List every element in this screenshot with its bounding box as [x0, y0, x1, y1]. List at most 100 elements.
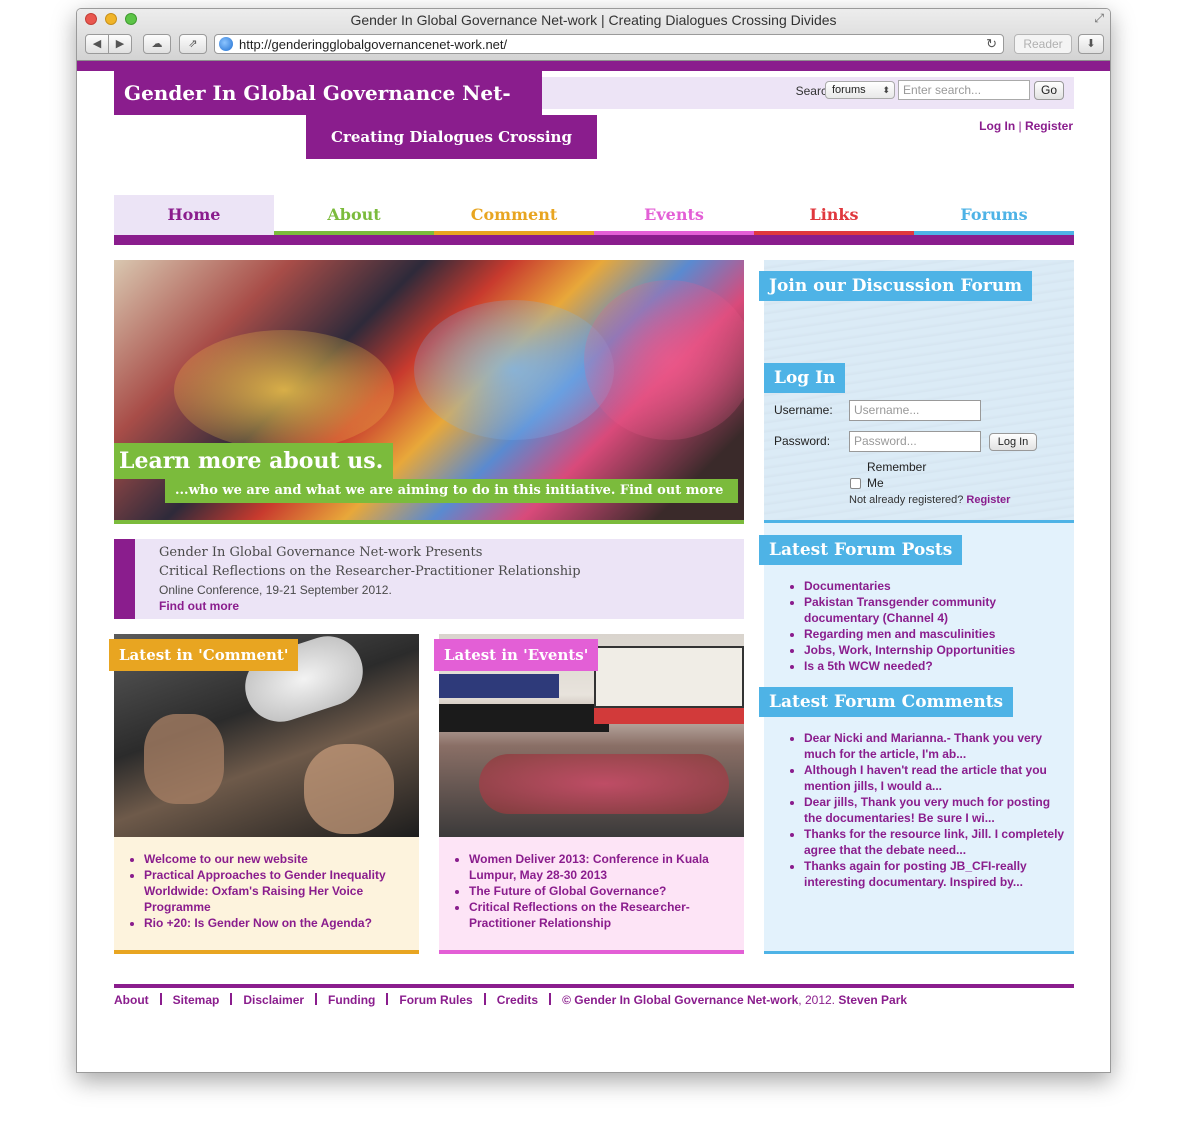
top-accent-bar	[77, 61, 1110, 71]
list-item[interactable]: Documentaries	[804, 578, 1069, 594]
footer-link-about[interactable]: About	[114, 993, 149, 1007]
conference-dates: Online Conference, 19-21 September 2012.	[159, 583, 392, 597]
footer-link-funding[interactable]: Funding	[328, 993, 375, 1007]
forward-arrow-icon: ▶	[115, 38, 125, 50]
auth-separator: |	[1018, 119, 1022, 133]
site-title[interactable]: Gender In Global Governance Net-work	[114, 71, 542, 149]
list-item[interactable]: Jobs, Work, Internship Opportunities	[804, 642, 1069, 658]
password-field[interactable]: Password...	[849, 431, 981, 452]
footer-author-link[interactable]: Steven Park	[838, 993, 907, 1007]
address-bar[interactable]: http://genderingglobalgovernancenet-work…	[214, 34, 1004, 54]
conference-presenter: Gender In Global Governance Net-work Pre…	[159, 545, 483, 560]
search-input[interactable]: Enter search...	[898, 80, 1030, 100]
list-item[interactable]: Although I haven't read the article that…	[804, 762, 1069, 794]
remember-me-checkbox[interactable]	[850, 478, 861, 489]
sidebar-register-link[interactable]: Register	[966, 494, 1010, 506]
join-forum-heading[interactable]: Join our Discussion Forum	[759, 271, 1033, 301]
nav-base-bar	[114, 235, 1074, 245]
list-item[interactable]: Pakistan Transgender community documenta…	[804, 594, 1069, 626]
icloud-tabs-button[interactable]: ☁	[143, 34, 171, 54]
conference-accent-bar	[114, 539, 135, 619]
cloud-icon: ☁	[151, 38, 163, 50]
nav-home[interactable]: Home	[114, 195, 274, 235]
comment-list: Welcome to our new website Practical App…	[144, 851, 414, 931]
list-item[interactable]: Welcome to our new website	[144, 851, 414, 867]
footer-separator	[483, 993, 486, 1005]
forward-button[interactable]: ▶	[108, 34, 132, 54]
window-title: Gender In Global Governance Net-work | C…	[350, 12, 837, 28]
login-link[interactable]: Log In	[979, 119, 1015, 133]
search-scope-value: forums	[832, 84, 866, 96]
downloads-button[interactable]: ⬇	[1078, 34, 1104, 54]
search-scope-select[interactable]: forums ⬍	[825, 81, 895, 99]
not-registered-text: Not already registered? Register	[849, 494, 1010, 506]
footer-link-forum-rules[interactable]: Forum Rules	[399, 993, 472, 1007]
events-panel-underline	[439, 950, 744, 954]
footer: About Sitemap Disclaimer Funding Forum Rules…	[114, 993, 907, 1007]
forum-posts-heading: Latest Forum Posts	[759, 535, 963, 565]
photo-shape	[304, 744, 394, 834]
list-item[interactable]: Regarding men and masculinities	[804, 626, 1069, 642]
back-button[interactable]: ◀	[85, 34, 109, 54]
hero-underline	[114, 520, 744, 524]
photo-shape	[439, 704, 609, 732]
site-tagline: Creating Dialogues Crossing Divides	[306, 115, 597, 190]
conference-find-out-more-link[interactable]: Find out more	[159, 599, 239, 613]
nav-about-label: About	[327, 205, 381, 224]
login-button[interactable]: Log In	[989, 433, 1037, 451]
web-page: Gender In Global Governance Net-work Sea…	[77, 61, 1110, 1072]
list-item[interactable]: Thanks for the resource link, Jill. I co…	[804, 826, 1069, 858]
main-nav: Home About Comment Events Links Forums	[114, 195, 1074, 235]
hero-title[interactable]: Learn more about us.	[114, 443, 394, 479]
photo-shape	[144, 714, 224, 804]
latest-events-heading: Latest in 'Events'	[434, 639, 599, 671]
reader-button[interactable]: Reader	[1014, 34, 1072, 54]
list-item[interactable]: Women Deliver 2013: Conference in Kuala …	[469, 851, 739, 883]
hero-banner[interactable]: Learn more about us. ...who we are and w…	[114, 260, 744, 520]
username-field[interactable]: Username...	[849, 400, 981, 421]
list-item[interactable]: Rio +20: Is Gender Now on the Agenda?	[144, 915, 414, 931]
list-item[interactable]: Dear jills, Thank you very much for post…	[804, 794, 1069, 826]
footer-link-disclaimer[interactable]: Disclaimer	[243, 993, 304, 1007]
list-item[interactable]: Dear Nicki and Marianna.- Thank you very…	[804, 730, 1069, 762]
footer-separator	[315, 993, 318, 1005]
nav-comment-label: Comment	[470, 205, 558, 224]
search-go-button[interactable]: Go	[1034, 81, 1064, 100]
nav-links[interactable]: Links	[754, 195, 914, 235]
nav-forums[interactable]: Forums	[914, 195, 1074, 235]
nav-comment[interactable]: Comment	[434, 195, 594, 235]
forum-comments-list: Dear Nicki and Marianna.- Thank you very…	[804, 730, 1069, 890]
footer-link-sitemap[interactable]: Sitemap	[173, 993, 220, 1007]
footer-separator	[386, 993, 389, 1005]
hero-subtitle[interactable]: ...who we are and what we are aiming to …	[165, 479, 738, 503]
nav-about[interactable]: About	[274, 195, 434, 235]
hero-photo-blur	[174, 330, 394, 450]
photo-shape	[594, 708, 744, 724]
photo-shape	[439, 674, 559, 698]
footer-copyright: © Gender In Global Governance Net-work	[562, 993, 799, 1007]
url-text[interactable]: http://genderingglobalgovernancenet-work…	[239, 37, 507, 52]
login-heading: Log In	[764, 363, 846, 393]
list-item[interactable]: The Future of Global Governance?	[469, 883, 739, 899]
register-link[interactable]: Register	[1025, 119, 1073, 133]
list-item[interactable]: Thanks again for posting JB_CFI-really i…	[804, 858, 1069, 890]
fullscreen-icon[interactable]: ⤢	[1094, 11, 1104, 26]
hero-photo-blur	[584, 280, 744, 440]
list-item[interactable]: Practical Approaches to Gender Inequalit…	[144, 867, 414, 915]
nav-home-label: Home	[167, 205, 221, 224]
nav-events[interactable]: Events	[594, 195, 754, 235]
globe-icon	[219, 37, 233, 51]
conference-title: Critical Reflections on the Researcher-P…	[159, 564, 581, 579]
reload-icon[interactable]: ↻	[986, 36, 997, 52]
not-registered-label: Not already registered?	[849, 494, 964, 506]
footer-separator	[549, 993, 552, 1005]
footer-link-credits[interactable]: Credits	[497, 993, 538, 1007]
nav-forums-label: Forums	[960, 205, 1028, 224]
footer-separator	[230, 993, 233, 1005]
sidebar-underline	[764, 951, 1074, 954]
list-item[interactable]: Is a 5th WCW needed?	[804, 658, 1069, 674]
nav-events-label: Events	[644, 205, 704, 224]
list-item[interactable]: Critical Reflections on the Researcher-P…	[469, 899, 739, 931]
sidebar-separator	[764, 520, 1074, 523]
share-button[interactable]: ⇗	[179, 34, 207, 54]
